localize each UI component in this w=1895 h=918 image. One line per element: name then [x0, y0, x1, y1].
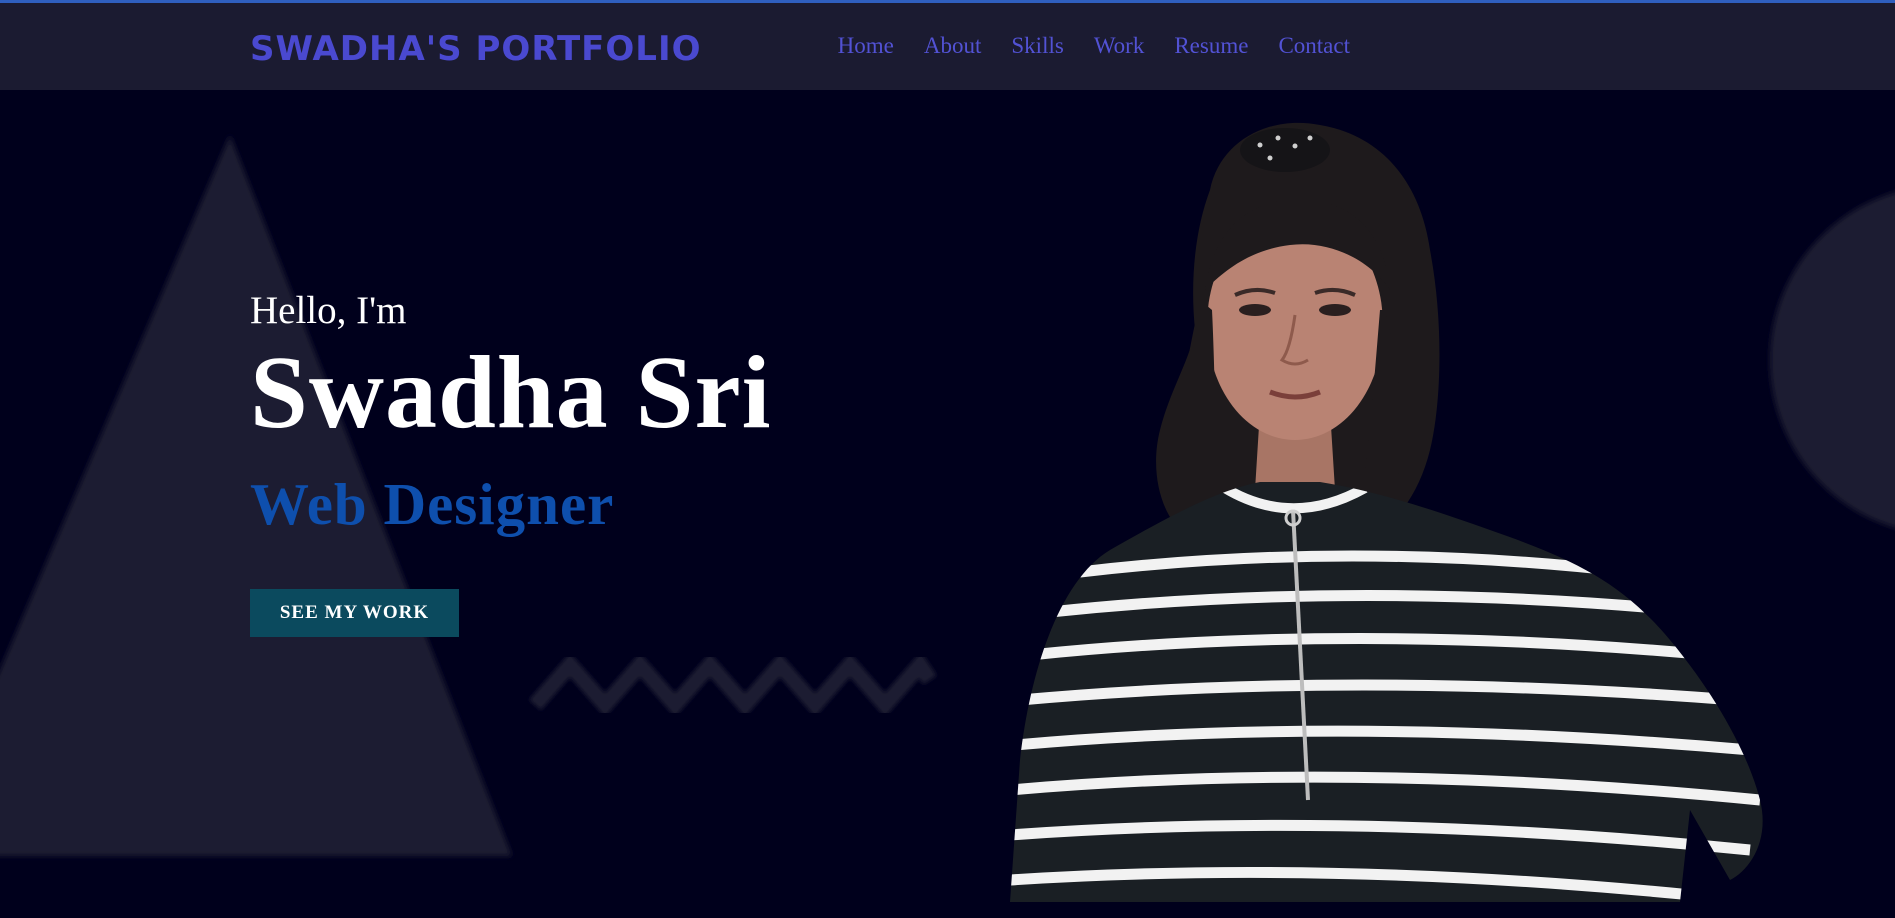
- scrunchie-dot-shape: [1275, 135, 1281, 141]
- decor-zigzag-shape: [528, 651, 937, 718]
- see-my-work-button[interactable]: SEE MY WORK: [250, 589, 459, 637]
- eye-shape: [1319, 304, 1351, 316]
- nav-link-home[interactable]: Home: [838, 33, 894, 59]
- nav-link-resume[interactable]: Resume: [1174, 33, 1248, 59]
- striped-shirt-shape: [1010, 482, 1763, 902]
- scrunchie-dot-shape: [1257, 142, 1263, 148]
- scrunchie-dot-shape: [1307, 135, 1313, 141]
- hero-role: Web Designer: [250, 471, 615, 537]
- site-logo[interactable]: SWADHA'S PORTFOLIO: [250, 29, 702, 69]
- bottom-strip: [0, 902, 1895, 918]
- eye-shape: [1239, 304, 1271, 316]
- hero-section: Hello, I'm Swadha Sri Web Designer SEE M…: [0, 90, 1895, 902]
- scrunchie-dot-shape: [1292, 143, 1298, 149]
- nav-link-about[interactable]: About: [924, 33, 982, 59]
- main-nav: Home About Skills Work Resume Contact: [838, 33, 1350, 59]
- nav-link-work[interactable]: Work: [1094, 33, 1145, 59]
- navbar: SWADHA'S PORTFOLIO Home About Skills Wor…: [0, 3, 1895, 90]
- portrait-photo: [1010, 122, 1763, 902]
- scrunchie-dot-shape: [1267, 155, 1273, 161]
- scrunchie-shape: [1240, 128, 1330, 172]
- nav-link-skills[interactable]: Skills: [1011, 33, 1063, 59]
- hero-name: Swadha Sri: [250, 335, 772, 450]
- nav-link-contact[interactable]: Contact: [1278, 33, 1350, 59]
- hero-greeting: Hello, I'm: [250, 289, 407, 332]
